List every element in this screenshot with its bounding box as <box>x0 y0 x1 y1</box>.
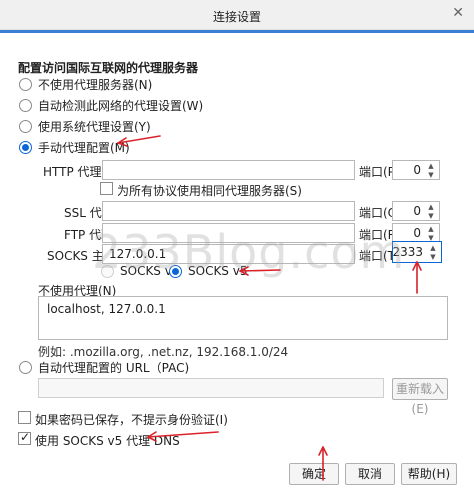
radio-label: 手动代理配置(M) <box>38 140 130 155</box>
radio-icon[interactable] <box>19 119 32 133</box>
no-prompt-auth-label: 如果密码已保存，不提示身份验证(I) <box>35 413 228 427</box>
radio-socks-v5[interactable]: SOCKS v5 <box>169 263 247 279</box>
radio-label: 不使用代理服务器(N) <box>38 77 153 92</box>
radio-no-proxy[interactable]: 不使用代理服务器(N) <box>19 76 152 92</box>
spin-up-icon[interactable]: ▲ <box>426 203 436 211</box>
radio-label: SOCKS v5 <box>188 264 248 278</box>
ssl-port-stepper[interactable]: 0 ▲ ▼ <box>392 201 440 221</box>
help-button[interactable]: 帮助(H) <box>401 463 457 485</box>
ftp-port-stepper[interactable]: 0 ▲ ▼ <box>392 223 440 243</box>
socks-dns-checkbox[interactable] <box>18 430 31 445</box>
socks-dns-label: 使用 SOCKS v5 代理 DNS <box>35 434 180 448</box>
radio-icon[interactable] <box>19 360 32 374</box>
no-proxy-example: 例如: .mozilla.org, .net.nz, 192.168.1.0/2… <box>38 345 289 359</box>
title-bar: 连接设置 ✕ <box>0 0 474 30</box>
http-port-stepper[interactable]: 0 ▲ ▼ <box>392 160 440 180</box>
radio-label: 自动代理配置的 URL（PAC) <box>38 360 190 375</box>
title-accent-line <box>0 30 474 33</box>
no-prompt-auth-checkbox[interactable] <box>18 411 31 424</box>
close-icon[interactable]: ✕ <box>452 5 464 21</box>
socks-port-stepper[interactable]: 2333 ▲ ▼ <box>392 241 442 263</box>
radio-icon[interactable] <box>101 264 114 278</box>
spin-up-icon[interactable]: ▲ <box>426 162 436 170</box>
ok-button[interactable]: 确定 <box>289 463 339 485</box>
spin-down-icon[interactable]: ▼ <box>428 253 438 261</box>
no-proxy-textarea[interactable]: localhost, 127.0.0.1 <box>38 296 448 340</box>
ssl-port-value: 0 <box>413 204 421 218</box>
radio-label: 自动检测此网络的代理设置(W) <box>38 98 204 113</box>
spin-down-icon[interactable]: ▼ <box>426 171 436 179</box>
http-port-value: 0 <box>413 163 421 177</box>
radio-icon[interactable] <box>19 140 32 154</box>
share-all-checkbox[interactable] <box>100 182 113 195</box>
radio-auto-detect[interactable]: 自动检测此网络的代理设置(W) <box>19 97 203 113</box>
spin-up-icon[interactable]: ▲ <box>426 225 436 233</box>
pac-url-input[interactable] <box>38 378 384 398</box>
spin-up-icon[interactable]: ▲ <box>428 244 438 252</box>
radio-pac[interactable]: 自动代理配置的 URL（PAC) <box>19 359 189 375</box>
radio-icon[interactable] <box>19 77 32 91</box>
ftp-port-value: 0 <box>413 226 421 240</box>
radio-label: 使用系统代理设置(Y) <box>38 119 151 134</box>
socks-host-input[interactable]: 127.0.0.1 <box>102 244 355 264</box>
radio-system-proxy[interactable]: 使用系统代理设置(Y) <box>19 118 151 134</box>
ftp-proxy-input[interactable] <box>102 223 355 243</box>
radio-icon[interactable] <box>169 264 182 278</box>
http-proxy-input[interactable] <box>102 160 355 180</box>
spin-down-icon[interactable]: ▼ <box>426 212 436 220</box>
radio-manual-proxy[interactable]: 手动代理配置(M) <box>19 139 130 155</box>
window-title: 连接设置 <box>212 10 261 24</box>
ssl-proxy-input[interactable] <box>102 201 355 221</box>
cancel-button[interactable]: 取消 <box>345 463 395 485</box>
reload-button[interactable]: 重新载入(E) <box>392 378 448 416</box>
radio-socks-v4[interactable]: SOCKS v4 <box>101 263 179 279</box>
socks-port-value: 2333 <box>392 245 423 259</box>
section-title: 配置访问国际互联网的代理服务器 <box>18 61 199 75</box>
share-all-label: 为所有协议使用相同代理服务器(S) <box>117 184 302 198</box>
radio-icon[interactable] <box>19 98 32 112</box>
